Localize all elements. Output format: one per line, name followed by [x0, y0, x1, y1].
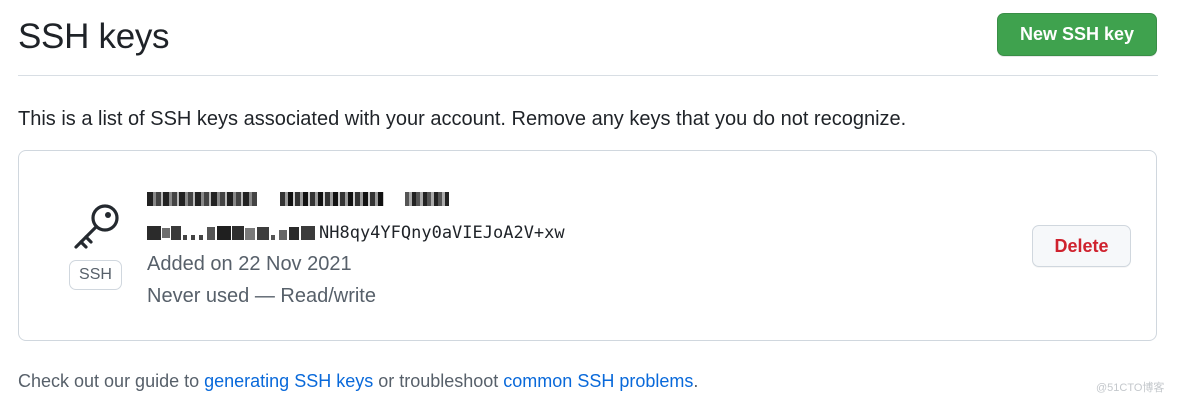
common-ssh-problems-link[interactable]: common SSH problems [503, 371, 693, 391]
ssh-type-badge: SSH [69, 260, 122, 290]
intro-text: This is a list of SSH keys associated wi… [18, 108, 907, 130]
ssh-key-usage: Never used — Read/write [147, 285, 376, 307]
ssh-key-title-redacted [147, 189, 449, 209]
footer-middle: or troubleshoot [373, 371, 504, 391]
footer-suffix: . [693, 371, 699, 391]
ssh-key-list-item: SSH NH8qy4YFQny0aVIEJoA2V+xw Added on 22… [18, 150, 1157, 341]
footer-prefix: Check out our guide to [18, 371, 205, 391]
ssh-keys-page: SSH keys New SSH key This is a list of S… [18, 0, 1158, 404]
new-ssh-key-button[interactable]: New SSH key [997, 13, 1157, 56]
ssh-key-added-date: Added on 22 Nov 2021 [147, 253, 352, 275]
help-footer: Check out our guide to generating SSH ke… [18, 369, 698, 393]
generating-ssh-keys-link[interactable]: generating SSH keys [204, 371, 373, 391]
fingerprint-visible-text: NH8qy4YFQny0aVIEJoA2V+xw [319, 223, 565, 243]
page-header: SSH keys New SSH key [18, 0, 1158, 76]
watermark-text: @51CTO博客 [1096, 382, 1165, 394]
page-title: SSH keys [18, 17, 170, 56]
key-icon [74, 204, 119, 249]
delete-key-button[interactable]: Delete [1032, 225, 1131, 267]
ssh-key-fingerprint: NH8qy4YFQny0aVIEJoA2V+xw [147, 221, 565, 245]
fingerprint-redacted [147, 226, 315, 240]
